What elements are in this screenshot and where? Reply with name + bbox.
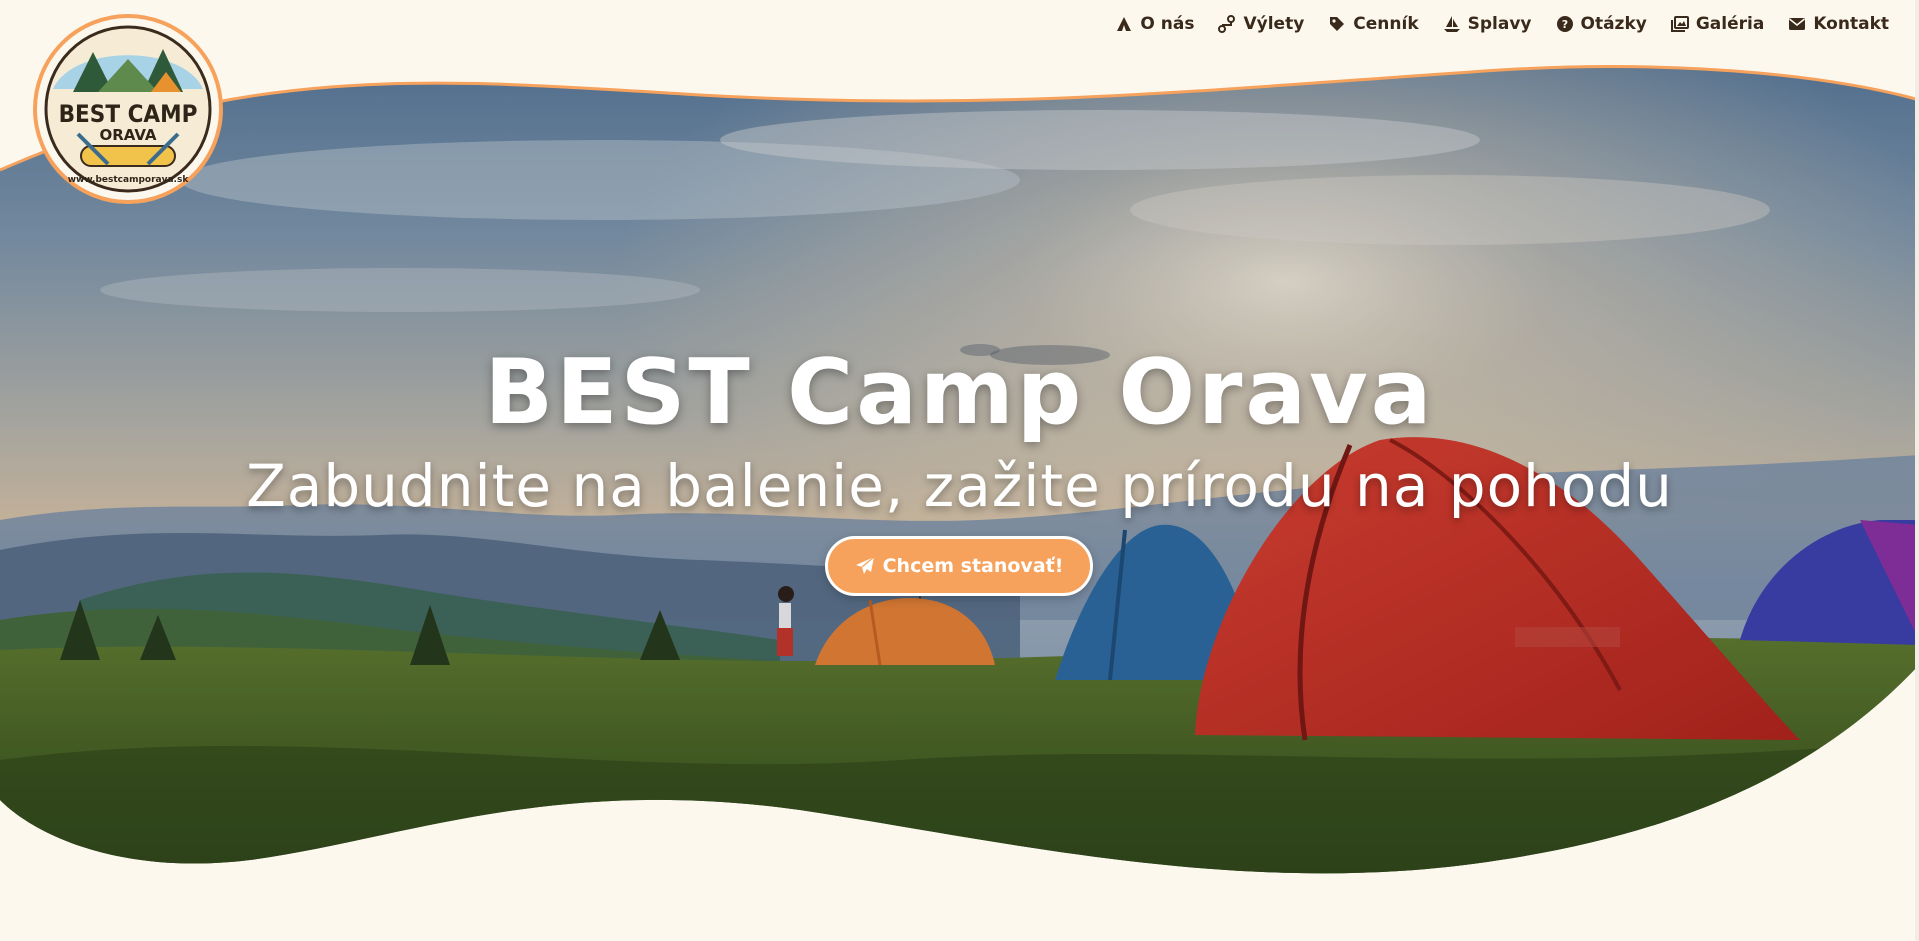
paper-plane-icon	[855, 556, 875, 576]
nav-label: Splavy	[1467, 14, 1532, 34]
hero-title: BEST Camp Orava	[484, 340, 1435, 445]
nav-item-cennik[interactable]: Cenník	[1328, 14, 1419, 34]
route-icon	[1218, 15, 1236, 33]
logo-line1: BEST CAMP	[59, 100, 198, 128]
logo-url: www.bestcamporava.sk	[68, 175, 190, 185]
nav-item-kontakt[interactable]: Kontakt	[1788, 14, 1889, 34]
main-nav: O nás Výlety Cenník Splavy ? Otázky Galé…	[1091, 14, 1889, 34]
nav-label: Cenník	[1353, 14, 1419, 34]
nav-item-otazky[interactable]: ? Otázky	[1556, 14, 1647, 34]
logo-line2: ORAVA	[99, 126, 156, 144]
tag-icon	[1328, 15, 1346, 33]
page: BEST CAMP ORAVA www.bestcamporava.sk O n…	[0, 0, 1919, 941]
svg-text:?: ?	[1561, 18, 1567, 31]
images-icon	[1670, 15, 1689, 33]
nav-item-vylety[interactable]: Výlety	[1218, 14, 1304, 34]
envelope-icon	[1788, 15, 1806, 33]
nav-item-galeria[interactable]: Galéria	[1670, 14, 1765, 34]
nav-label: O nás	[1140, 14, 1195, 34]
hero-subtitle: Zabudnite na balenie, zažite prírodu na …	[246, 452, 1673, 520]
cta-label: Chcem stanovať!	[882, 555, 1064, 577]
nav-label: Galéria	[1695, 14, 1765, 34]
tent-icon	[1115, 15, 1133, 33]
nav-label: Výlety	[1243, 14, 1305, 34]
nav-item-splavy[interactable]: Splavy	[1443, 14, 1532, 34]
site-logo[interactable]: BEST CAMP ORAVA www.bestcamporava.sk	[33, 14, 223, 204]
nav-item-o-nas[interactable]: O nás	[1115, 14, 1194, 34]
nav-label: Kontakt	[1813, 14, 1889, 34]
question-circle-icon: ?	[1556, 15, 1574, 33]
sailboat-icon	[1443, 15, 1461, 33]
scrollbar[interactable]	[1915, 0, 1919, 941]
cta-button[interactable]: Chcem stanovať!	[825, 536, 1093, 596]
nav-label: Otázky	[1580, 14, 1647, 34]
